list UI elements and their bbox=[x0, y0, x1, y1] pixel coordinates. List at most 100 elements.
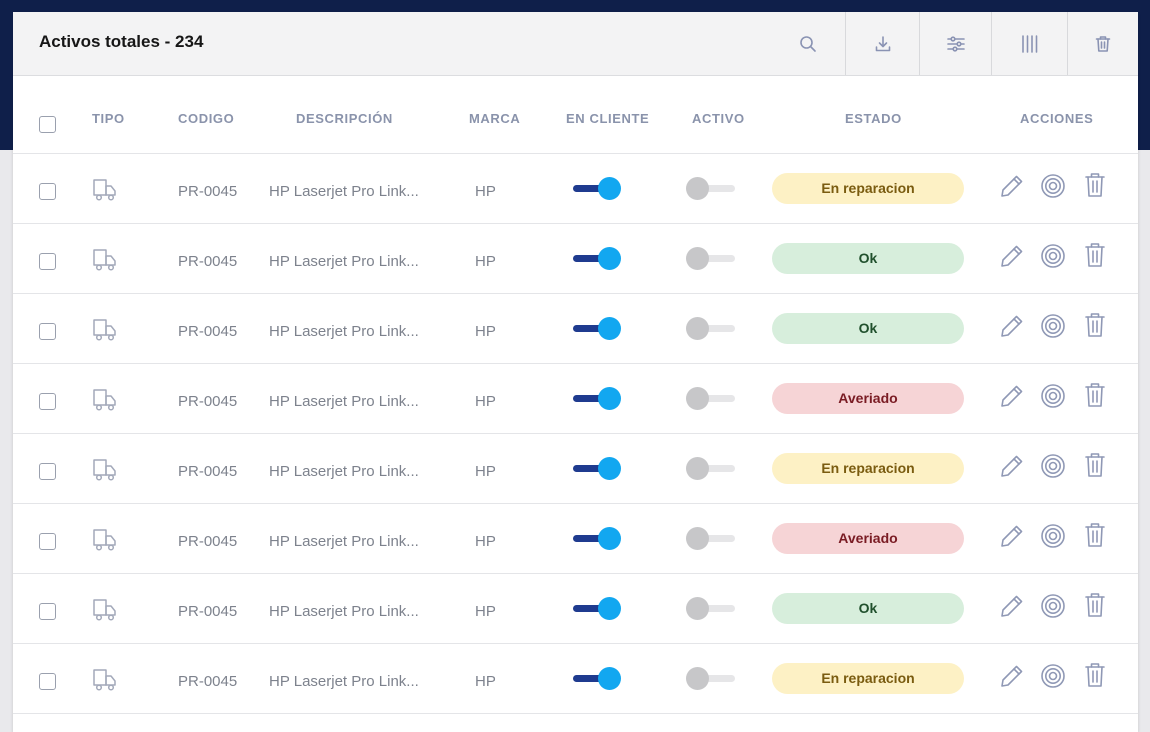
edit-button[interactable] bbox=[999, 593, 1025, 624]
track-button[interactable] bbox=[1040, 383, 1066, 414]
row-checkbox[interactable] bbox=[39, 673, 56, 690]
toggle-knob bbox=[598, 177, 621, 200]
en-cliente-toggle[interactable] bbox=[573, 387, 623, 411]
truck-icon bbox=[92, 248, 118, 277]
row-checkbox[interactable] bbox=[39, 603, 56, 620]
pencil-icon bbox=[999, 245, 1025, 273]
asset-code: PR-0045 bbox=[178, 183, 238, 200]
download-button[interactable] bbox=[846, 12, 919, 75]
edit-button[interactable] bbox=[999, 663, 1025, 694]
track-button[interactable] bbox=[1040, 313, 1066, 344]
status-badge: Ok bbox=[772, 243, 964, 274]
activo-toggle[interactable] bbox=[686, 457, 736, 481]
row-checkbox[interactable] bbox=[39, 323, 56, 340]
edit-button[interactable] bbox=[999, 243, 1025, 274]
delete-row-button[interactable] bbox=[1083, 522, 1107, 553]
delete-row-button[interactable] bbox=[1083, 452, 1107, 483]
asset-brand: HP bbox=[475, 323, 496, 340]
columns-button[interactable] bbox=[992, 12, 1067, 75]
asset-code: PR-0045 bbox=[178, 673, 238, 690]
edit-button[interactable] bbox=[999, 173, 1025, 204]
delete-row-button[interactable] bbox=[1083, 172, 1107, 203]
toggle-knob bbox=[686, 177, 709, 200]
track-button[interactable] bbox=[1040, 523, 1066, 554]
en-cliente-toggle[interactable] bbox=[573, 247, 623, 271]
edit-button[interactable] bbox=[999, 453, 1025, 484]
row-checkbox[interactable] bbox=[39, 183, 56, 200]
trash-icon bbox=[1083, 383, 1107, 412]
activo-toggle[interactable] bbox=[686, 527, 736, 551]
en-cliente-toggle[interactable] bbox=[573, 667, 623, 691]
track-button[interactable] bbox=[1040, 173, 1066, 204]
table-row: PR-0045 HP Laserjet Pro Link... HP En repar… bbox=[13, 644, 1138, 714]
toggle-knob bbox=[686, 317, 709, 340]
row-checkbox[interactable] bbox=[39, 253, 56, 270]
track-button[interactable] bbox=[1040, 593, 1066, 624]
track-button[interactable] bbox=[1040, 663, 1066, 694]
delete-row-button[interactable] bbox=[1083, 592, 1107, 623]
assets-table-card: Activos totales - 234 TIPO CODIGO DESCRI… bbox=[13, 12, 1138, 732]
track-button[interactable] bbox=[1040, 453, 1066, 484]
search-button[interactable] bbox=[788, 12, 828, 75]
delete-row-button[interactable] bbox=[1083, 382, 1107, 413]
track-button[interactable] bbox=[1040, 243, 1066, 274]
page-title: Activos totales - 234 bbox=[39, 32, 204, 51]
row-checkbox[interactable] bbox=[39, 463, 56, 480]
row-checkbox[interactable] bbox=[39, 533, 56, 550]
activo-toggle[interactable] bbox=[686, 317, 736, 341]
delete-row-button[interactable] bbox=[1083, 312, 1107, 343]
table-row: PR-0045 HP Laserjet Pro Link... HP En repar… bbox=[13, 154, 1138, 224]
toggle-knob bbox=[598, 247, 621, 270]
asset-code: PR-0045 bbox=[178, 393, 238, 410]
en-cliente-toggle[interactable] bbox=[573, 457, 623, 481]
activo-toggle[interactable] bbox=[686, 667, 736, 691]
edit-button[interactable] bbox=[999, 383, 1025, 414]
target-icon bbox=[1040, 664, 1066, 693]
filter-button[interactable] bbox=[920, 12, 991, 75]
asset-description: HP Laserjet Pro Link... bbox=[269, 603, 419, 620]
toggle-knob bbox=[598, 387, 621, 410]
en-cliente-toggle[interactable] bbox=[573, 527, 623, 551]
toggle-knob bbox=[686, 667, 709, 690]
asset-description: HP Laserjet Pro Link... bbox=[269, 253, 419, 270]
asset-brand: HP bbox=[475, 603, 496, 620]
truck-icon bbox=[92, 668, 118, 697]
en-cliente-toggle[interactable] bbox=[573, 597, 623, 621]
delete-row-button[interactable] bbox=[1083, 242, 1107, 273]
en-cliente-toggle[interactable] bbox=[573, 177, 623, 201]
asset-description: HP Laserjet Pro Link... bbox=[269, 183, 419, 200]
activo-toggle[interactable] bbox=[686, 387, 736, 411]
en-cliente-toggle[interactable] bbox=[573, 317, 623, 341]
asset-code: PR-0045 bbox=[178, 253, 238, 270]
delete-row-button[interactable] bbox=[1083, 662, 1107, 693]
truck-icon bbox=[92, 318, 118, 347]
column-header-activo: ACTIVO bbox=[692, 111, 745, 126]
target-icon bbox=[1040, 384, 1066, 413]
toggle-knob bbox=[598, 317, 621, 340]
activo-toggle[interactable] bbox=[686, 597, 736, 621]
select-all-checkbox[interactable] bbox=[39, 116, 56, 133]
target-icon bbox=[1040, 594, 1066, 623]
target-icon bbox=[1040, 244, 1066, 273]
table-row: PR-0045 HP Laserjet Pro Link... HP Ok bbox=[13, 294, 1138, 364]
toggle-knob bbox=[686, 247, 709, 270]
target-icon bbox=[1040, 314, 1066, 343]
edit-button[interactable] bbox=[999, 313, 1025, 344]
delete-selected-button[interactable] bbox=[1068, 12, 1138, 75]
truck-icon bbox=[92, 388, 118, 417]
column-header-tipo: TIPO bbox=[92, 111, 125, 126]
status-badge: En reparacion bbox=[772, 663, 964, 694]
trash-icon bbox=[1083, 593, 1107, 622]
asset-brand: HP bbox=[475, 673, 496, 690]
row-checkbox[interactable] bbox=[39, 393, 56, 410]
asset-description: HP Laserjet Pro Link... bbox=[269, 463, 419, 480]
asset-code: PR-0045 bbox=[178, 323, 238, 340]
status-badge: Ok bbox=[772, 593, 964, 624]
edit-button[interactable] bbox=[999, 523, 1025, 554]
pencil-icon bbox=[999, 455, 1025, 483]
activo-toggle[interactable] bbox=[686, 177, 736, 201]
toggle-knob bbox=[686, 527, 709, 550]
truck-icon bbox=[92, 598, 118, 627]
pencil-icon bbox=[999, 385, 1025, 413]
activo-toggle[interactable] bbox=[686, 247, 736, 271]
